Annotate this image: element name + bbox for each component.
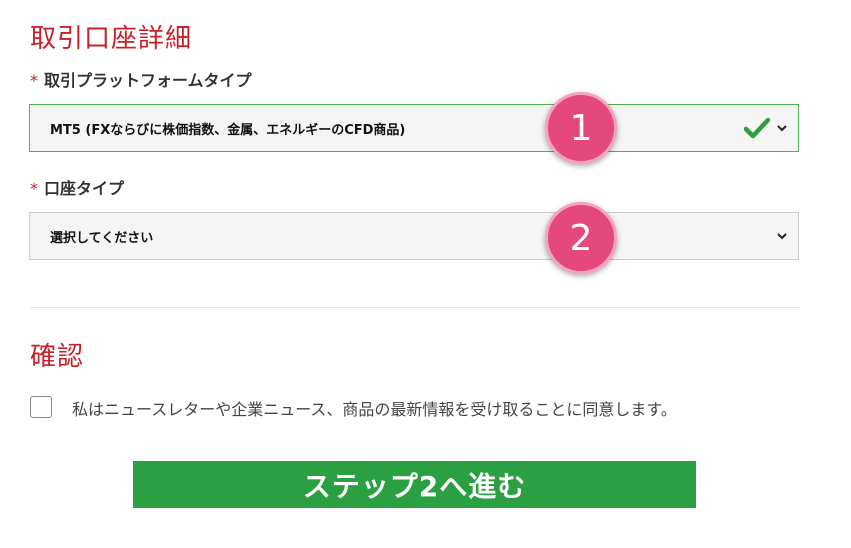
- section-title-confirmation: 確認: [30, 342, 85, 372]
- section-title-account-details: 取引口座詳細: [30, 24, 193, 54]
- account-type-label-text: 口座タイプ: [44, 179, 125, 198]
- platform-type-label-text: 取引プラットフォームタイプ: [44, 71, 252, 90]
- step-badge-2: 2: [545, 202, 617, 274]
- account-type-select[interactable]: 選択してください: [29, 212, 799, 260]
- required-mark: *: [30, 71, 38, 90]
- chevron-down-icon: [777, 233, 787, 240]
- account-type-label: * 口座タイプ: [30, 175, 124, 199]
- account-type-selected-value: 選択してください: [50, 230, 154, 246]
- required-mark: *: [30, 179, 38, 198]
- step-badge-1: 1: [545, 92, 617, 164]
- platform-type-select[interactable]: MT5 (FXならびに株価指数、金属、エネルギーのCFD商品): [29, 104, 799, 152]
- newsletter-consent-checkbox[interactable]: [30, 396, 52, 418]
- platform-type-label: * 取引プラットフォームタイプ: [30, 67, 252, 91]
- platform-type-selected-value: MT5 (FXならびに株価指数、金属、エネルギーのCFD商品): [50, 122, 406, 138]
- check-icon: [744, 117, 770, 139]
- section-divider: [30, 307, 800, 308]
- newsletter-consent-text: 私はニュースレターや企業ニュース、商品の最新情報を受け取ることに同意します。: [72, 400, 677, 419]
- chevron-down-icon: [777, 125, 787, 132]
- next-step-button[interactable]: ステップ2へ進む: [133, 461, 696, 508]
